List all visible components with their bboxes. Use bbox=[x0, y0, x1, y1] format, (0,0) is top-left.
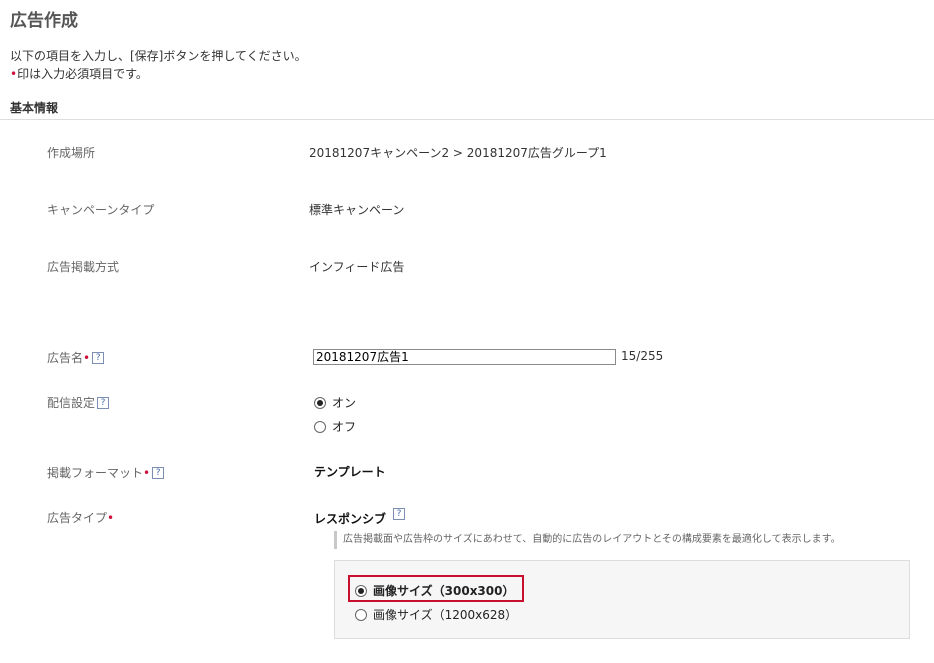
ad-name-input[interactable]: 20181207広告1 bbox=[313, 349, 616, 365]
ad-type-note: 広告掲載面や広告枠のサイズにあわせて、自動的に広告のレイアウトとその構成要素を最… bbox=[334, 531, 841, 549]
ad-name-counter: 15/255 bbox=[621, 349, 664, 363]
placement-value: インフィード広告 bbox=[309, 260, 405, 274]
required-mark: • bbox=[83, 351, 91, 365]
format-value: テンプレート bbox=[314, 465, 386, 479]
campaign-type-value: 標準キャンペーン bbox=[309, 203, 405, 217]
help-icon[interactable]: ? bbox=[92, 352, 105, 364]
ad-name-label-text: 広告名 bbox=[47, 351, 84, 365]
radio-unchecked-icon[interactable] bbox=[355, 608, 367, 621]
delivery-off-option[interactable]: オフ bbox=[314, 418, 356, 435]
required-mark: • bbox=[107, 511, 115, 525]
campaign-type-label: キャンペーンタイプ bbox=[47, 203, 155, 217]
placement-label: 広告掲載方式 bbox=[47, 260, 120, 274]
radio-checked-icon[interactable] bbox=[314, 396, 326, 409]
section-title: 基本情報 bbox=[10, 101, 59, 115]
section-divider bbox=[0, 119, 934, 120]
radio-checked-icon[interactable] bbox=[355, 584, 367, 597]
intro-line-2: •印は入力必須項目です。 bbox=[10, 65, 307, 83]
radio-unchecked-icon[interactable] bbox=[314, 420, 326, 433]
image-size-1200-option[interactable]: 画像サイズ（1200x628） bbox=[355, 606, 517, 623]
help-icon[interactable]: ? bbox=[97, 397, 110, 409]
intro-line-2-text: 印は入力必須項目です。 bbox=[17, 67, 148, 81]
ad-type-value: レスポンシブ bbox=[314, 512, 387, 526]
required-mark: • bbox=[143, 466, 151, 480]
delivery-off-label: オフ bbox=[332, 420, 357, 434]
delivery-on-label: オン bbox=[332, 396, 357, 410]
delivery-label-text: 配信設定 bbox=[47, 396, 96, 410]
ad-type-label: 広告タイプ• bbox=[47, 509, 114, 526]
ad-name-label: 広告名•? bbox=[47, 349, 105, 366]
help-icon[interactable]: ? bbox=[152, 467, 165, 479]
intro-text: 以下の項目を入力し、[保存]ボタンを押してください。 •印は入力必須項目です。 bbox=[10, 47, 307, 83]
delivery-on-option[interactable]: オン bbox=[314, 394, 356, 411]
page-title: 広告作成 bbox=[10, 11, 78, 31]
help-icon[interactable]: ? bbox=[393, 508, 405, 520]
format-label: 掲載フォーマット•? bbox=[47, 464, 165, 481]
format-label-text: 掲載フォーマット bbox=[47, 466, 144, 480]
location-value: 20181207キャンペーン2 > 20181207広告グループ1 bbox=[309, 146, 607, 160]
image-size-1200-label: 画像サイズ（1200x628） bbox=[373, 608, 518, 622]
ad-type-label-text: 広告タイプ bbox=[47, 511, 108, 525]
image-size-300-label: 画像サイズ（300x300） bbox=[373, 584, 515, 598]
delivery-label: 配信設定? bbox=[47, 394, 110, 411]
intro-line-1: 以下の項目を入力し、[保存]ボタンを押してください。 bbox=[10, 49, 307, 63]
location-label: 作成場所 bbox=[47, 146, 96, 160]
image-size-300-option[interactable]: 画像サイズ（300x300） bbox=[355, 582, 514, 599]
